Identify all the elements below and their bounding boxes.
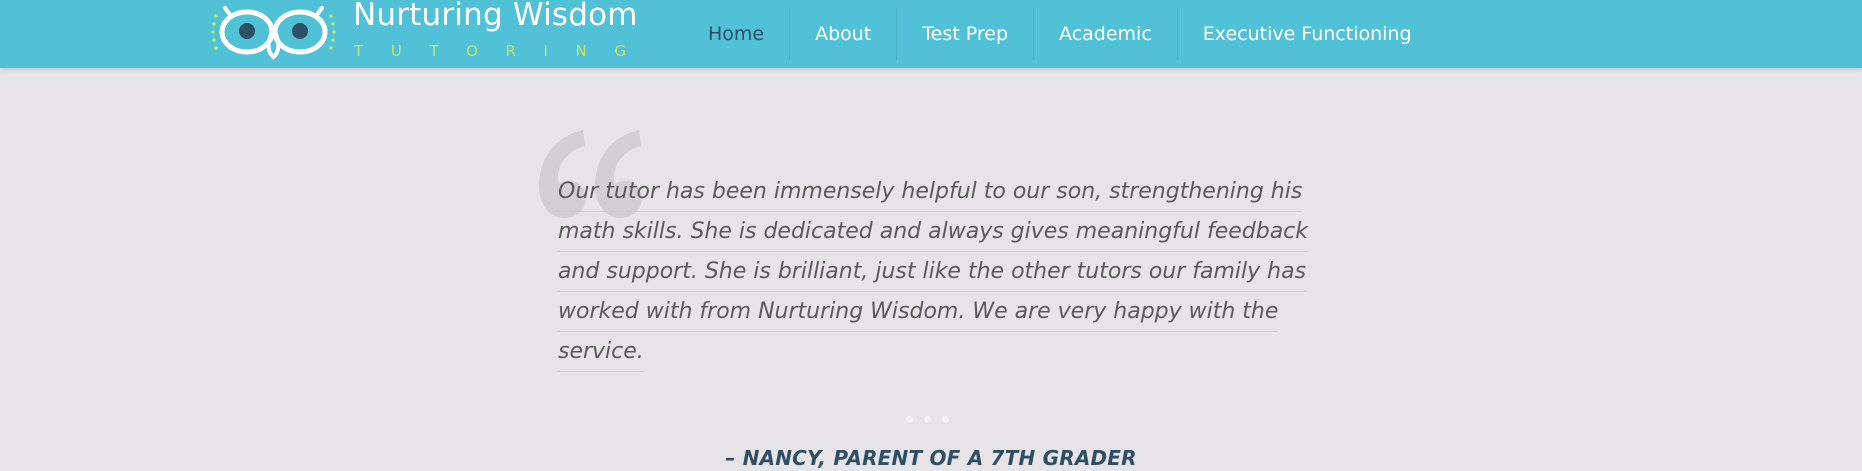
quote-line: Our tutor has been immensely helpful to … — [558, 173, 1303, 212]
nav-about[interactable]: About — [789, 8, 896, 60]
main-nav: Home About Test Prep Academic Executive … — [683, 0, 1437, 68]
nav-test-prep[interactable]: Test Prep — [896, 8, 1033, 60]
carousel-dot[interactable] — [906, 416, 913, 423]
site-header: Nurturing Wisdom TUTORING Home About Tes… — [0, 0, 1862, 68]
carousel-dot[interactable] — [924, 416, 931, 423]
carousel-dot[interactable] — [942, 416, 949, 423]
carousel-dots — [906, 416, 949, 423]
testimonial-author: – NANCY, PARENT OF A 7TH GRADER — [725, 446, 1137, 470]
quote-line: service. — [558, 333, 644, 372]
brand-name: Nurturing Wisdom — [353, 0, 638, 33]
quote-line: worked with from Nurturing Wisdom. We ar… — [558, 293, 1279, 332]
brand-tagline: TUTORING — [354, 42, 654, 60]
quote-line: math skills. She is dedicated and always… — [558, 213, 1309, 252]
owl-icon — [211, 6, 336, 60]
nav-home[interactable]: Home — [683, 8, 789, 60]
testimonial-quote: Our tutor has been immensely helpful to … — [558, 172, 1309, 372]
nav-executive-functioning[interactable]: Executive Functioning — [1176, 8, 1437, 60]
nav-academic[interactable]: Academic — [1033, 8, 1177, 60]
quote-line: and support. She is brilliant, just like… — [558, 253, 1307, 292]
